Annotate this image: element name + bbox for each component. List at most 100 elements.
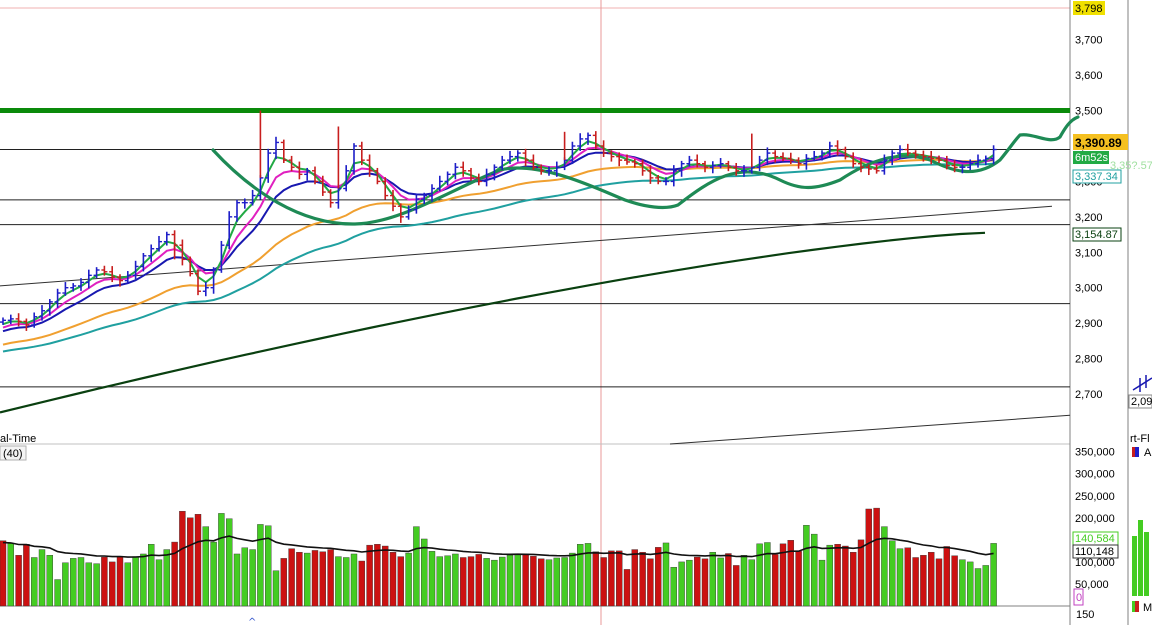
price-tick-2: 2,900 [1075, 318, 1103, 330]
volume-bar-97 [756, 543, 763, 607]
volume-bar-105 [818, 559, 826, 607]
volume-bar-19 [147, 544, 155, 607]
volume-bar-61 [475, 554, 482, 607]
volume-bar-21 [163, 549, 171, 607]
volume-bar-82 [639, 551, 646, 607]
side-button-label: A [1144, 447, 1152, 459]
volume-bar-62 [483, 558, 490, 607]
volume-bar-78 [608, 550, 615, 607]
volume-bar-107 [834, 544, 841, 607]
volume-tick-5: 300,000 [1075, 469, 1115, 481]
volume-bar-53 [413, 526, 420, 607]
chart-canvas: 2,7002,8002,9003,0003,1003,2003,3003,400… [0, 0, 1152, 625]
volume-bar-60 [467, 556, 475, 607]
volume-bar-80 [623, 569, 631, 607]
volume-bar-59 [460, 557, 467, 607]
volume-bar-4 [31, 557, 38, 607]
volume-bar-72 [561, 557, 568, 607]
volume-tick-4: 250,000 [1075, 491, 1115, 503]
volume-bar-63 [491, 559, 498, 607]
volume-bar-23 [179, 510, 186, 607]
volume-bar-122 [951, 555, 958, 607]
tag-ma-teal: 3,337.34 [1075, 171, 1118, 183]
volume-bar-83 [647, 558, 654, 607]
volume-bar-8 [62, 562, 69, 607]
volume-bar-3 [23, 544, 30, 607]
volume-bar-91 [709, 551, 716, 607]
tag-timer: 6m52s [1075, 152, 1109, 164]
volume-bar-117 [912, 557, 919, 607]
volume-bar-48 [374, 544, 381, 607]
tag-top: 3,798 [1075, 3, 1103, 15]
volume-bar-92 [717, 557, 724, 607]
volume-bar-52 [405, 552, 412, 607]
volume-bar-104 [811, 533, 818, 607]
side-label: rt-Fl [1130, 433, 1150, 445]
volume-bar-37 [288, 548, 295, 607]
vol-tag-avg: 110,148 [1075, 546, 1114, 558]
volume-bar-101 [787, 540, 794, 607]
volume-bar-76 [592, 551, 599, 607]
price-tick-3: 3,000 [1075, 283, 1103, 295]
volume-bar-11 [85, 562, 93, 607]
volume-bar-29 [225, 518, 233, 607]
side-button2-label: M [1143, 602, 1152, 614]
price-panel-bg [0, 0, 1070, 444]
volume-bar-40 [311, 550, 319, 607]
volume-bar-118 [920, 555, 927, 607]
volume-bar-9 [69, 558, 77, 607]
volume-bar-123 [959, 559, 966, 607]
volume-bar-126 [982, 565, 989, 607]
volume-bar-13 [101, 556, 108, 607]
volume-bar-6 [46, 555, 53, 607]
volume-bar-112 [873, 507, 880, 607]
volume-bar-51 [397, 556, 404, 607]
volume-bar-41 [319, 551, 326, 607]
volume-bars [0, 507, 997, 607]
price-tick-10: 3,700 [1075, 35, 1103, 47]
side-panel: 2,09 rt-Fl A M [1128, 375, 1152, 614]
volume-tick-6: 350,000 [1075, 447, 1115, 459]
volume-bar-87 [678, 561, 685, 607]
volume-bar-14 [108, 561, 116, 607]
volume-bar-96 [748, 559, 755, 607]
volume-tick-3: 200,000 [1075, 513, 1115, 525]
volume-bar-24 [186, 517, 194, 607]
volume-bar-88 [686, 559, 693, 607]
volume-bar-103 [803, 525, 810, 607]
price-tick-4: 3,100 [1075, 247, 1103, 259]
volume-tick-1: 100,000 [1075, 557, 1115, 569]
volume-bar-1 [7, 543, 15, 607]
volume-bar-79 [616, 550, 623, 607]
volume-bar-32 [249, 549, 256, 607]
volume-bar-58 [452, 553, 459, 607]
price-tick-0: 2,700 [1075, 389, 1103, 401]
price-tick-9: 3,600 [1075, 70, 1103, 82]
price-axis-ticks: 2,7002,8002,9003,0003,1003,2003,3003,400… [1075, 35, 1103, 401]
volume-bar-38 [296, 551, 303, 607]
volume-bar-71 [553, 557, 560, 607]
volume-bar-20 [155, 559, 163, 607]
volume-bar-66 [514, 553, 521, 607]
volume-bar-18 [140, 553, 147, 607]
indicator-label: al-Time [0, 433, 36, 445]
scroll-caret-icon[interactable]: ^ [248, 617, 256, 625]
volume-period-label: (40) [3, 448, 23, 460]
volume-bar-25 [194, 514, 202, 607]
volume-bar-54 [421, 538, 428, 607]
volume-bar-16 [124, 562, 132, 607]
vol-bottom-tick: 150 [1076, 609, 1094, 621]
volume-bar-55 [428, 551, 436, 607]
volume-bar-115 [896, 548, 904, 607]
volume-bar-17 [132, 556, 139, 607]
volume-bar-31 [241, 547, 249, 607]
volume-bar-95 [740, 555, 748, 607]
volume-bar-102 [795, 551, 802, 607]
volume-bar-36 [280, 558, 287, 607]
volume-bar-127 [990, 543, 997, 607]
volume-bar-109 [850, 551, 857, 607]
volume-bar-68 [530, 555, 537, 607]
volume-bar-124 [967, 561, 974, 607]
volume-bar-94 [733, 565, 740, 607]
side-tick: 2,09 [1131, 396, 1152, 408]
